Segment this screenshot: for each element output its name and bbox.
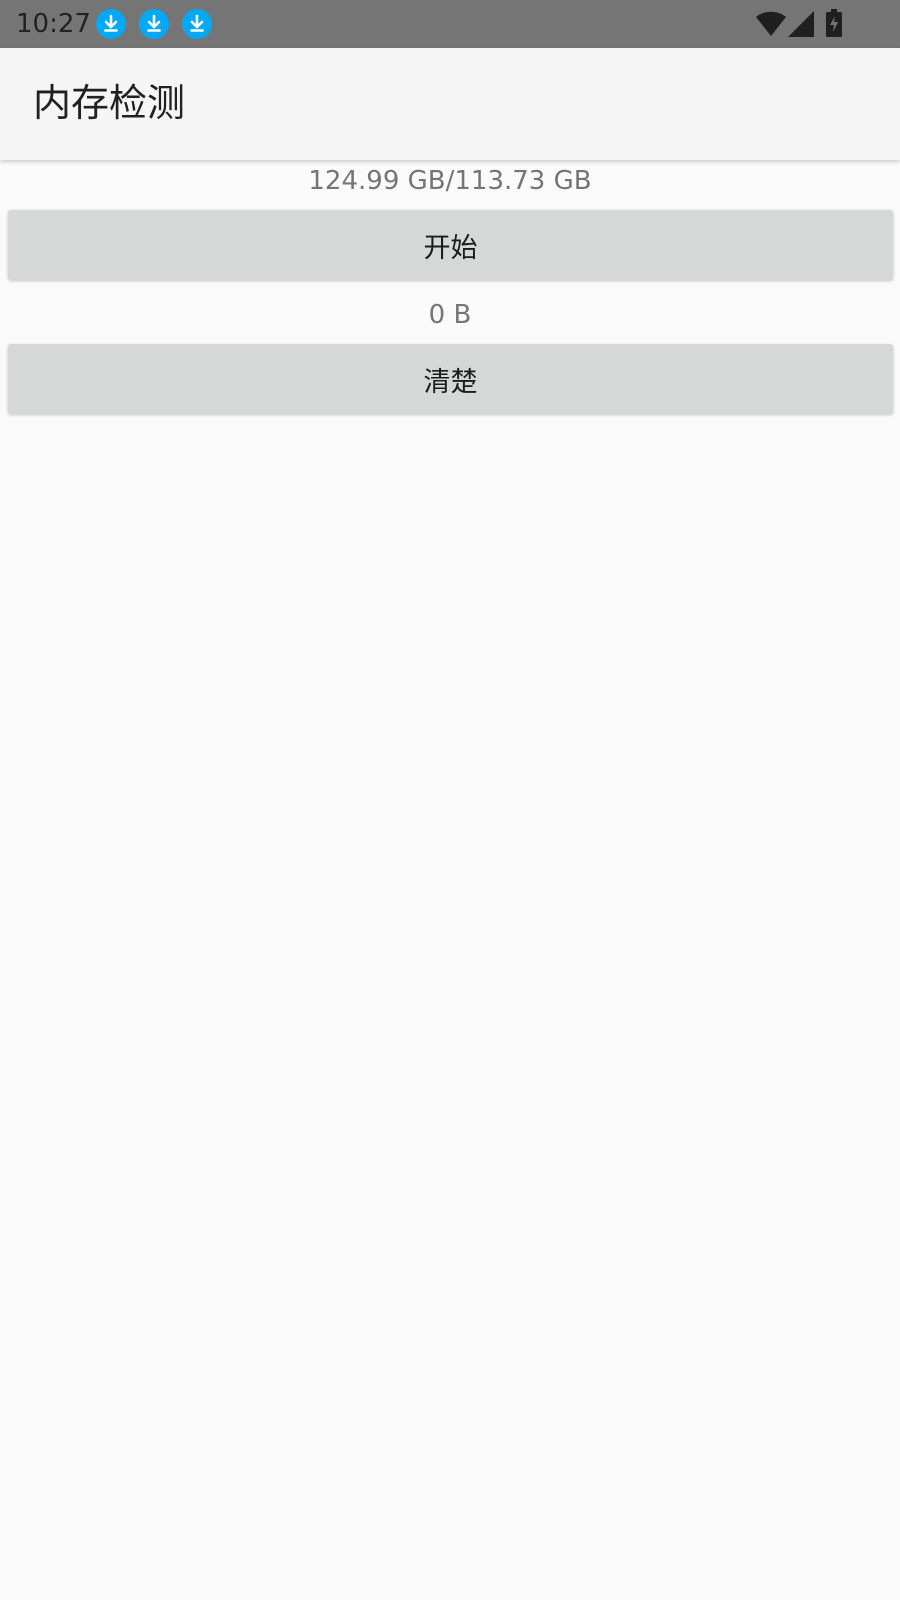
clear-button[interactable]: 清楚 (8, 344, 893, 414)
status-bar: 10:27 (0, 0, 900, 48)
memory-usage-text: 124.99 GB/113.73 GB (308, 166, 592, 196)
battery-charging-icon (826, 9, 842, 41)
cell-signal-icon (788, 11, 814, 41)
page-title: 内存检测 (33, 81, 186, 125)
status-time: 10:27 (16, 9, 91, 39)
app-bar: 内存检测 (0, 48, 900, 160)
wifi-icon (756, 11, 786, 41)
download-icon (182, 9, 212, 39)
download-icon (96, 9, 126, 39)
download-icon (139, 9, 169, 39)
size-text: 0 B (428, 300, 472, 330)
start-button[interactable]: 开始 (8, 210, 893, 280)
